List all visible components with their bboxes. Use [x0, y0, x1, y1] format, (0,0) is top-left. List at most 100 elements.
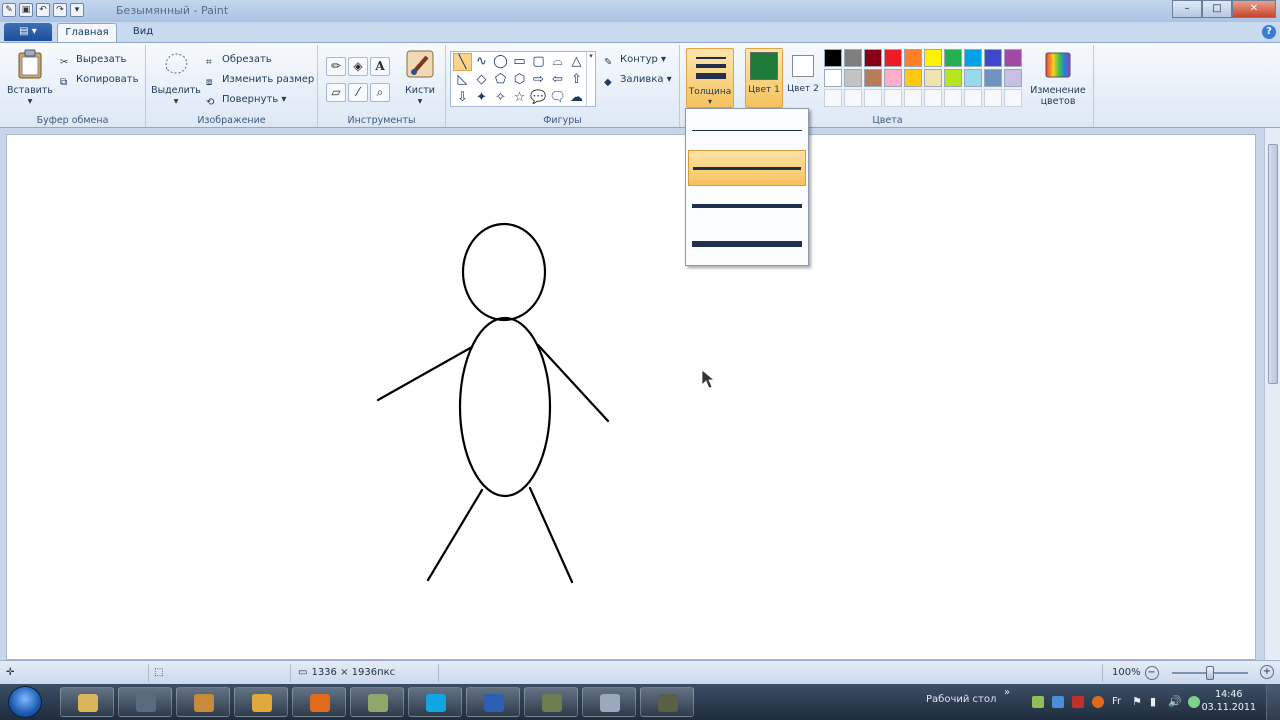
palette-swatch[interactable]	[984, 49, 1002, 67]
text-tool-icon[interactable]: A	[370, 57, 390, 76]
cut-button[interactable]: ✂ Вырезать	[60, 51, 126, 69]
shape-option-17[interactable]: ☆	[510, 89, 529, 107]
palette-swatch[interactable]	[964, 49, 982, 67]
palette-swatch[interactable]	[844, 69, 862, 87]
zoom-slider-thumb[interactable]	[1206, 666, 1214, 680]
taskbar-app-word[interactable]	[466, 687, 520, 717]
shape-option-10[interactable]: ⬡	[510, 71, 529, 89]
qat-dropdown-icon[interactable]: ▾	[70, 3, 84, 17]
crop-button[interactable]: ⌗ Обрезать	[206, 51, 272, 69]
thickness-option-4[interactable]	[688, 226, 806, 262]
brushes-button[interactable]: Кисти ▾	[400, 49, 440, 107]
palette-swatch[interactable]	[904, 69, 922, 87]
palette-swatch[interactable]	[1004, 49, 1022, 67]
tab-view[interactable]: Вид	[122, 23, 164, 42]
desktop-toolbar-label[interactable]: Рабочий стол	[926, 694, 996, 705]
shape-option-14[interactable]: ⇩	[453, 89, 472, 107]
palette-swatch-custom[interactable]	[1004, 89, 1022, 107]
minimize-button[interactable]: –	[1172, 0, 1202, 18]
tray-network-app-icon[interactable]	[1032, 696, 1044, 708]
palette-swatch-custom[interactable]	[844, 89, 862, 107]
tray-network-icon[interactable]: ▮	[1150, 696, 1162, 708]
taskbar-app-outlook[interactable]	[234, 687, 288, 717]
palette-swatch-custom[interactable]	[864, 89, 882, 107]
palette-swatch[interactable]	[1004, 69, 1022, 87]
taskbar-app-explorer[interactable]	[60, 687, 114, 717]
taskbar-app-app[interactable]	[524, 687, 578, 717]
undo-icon[interactable]: ↶	[36, 3, 50, 17]
taskbar-app-firefox[interactable]	[292, 687, 346, 717]
maximize-button[interactable]: □	[1202, 0, 1232, 18]
shape-option-9[interactable]: ⬠	[491, 71, 510, 89]
palette-swatch[interactable]	[924, 49, 942, 67]
palette-swatch[interactable]	[864, 49, 882, 67]
thickness-option-3[interactable]	[688, 188, 806, 224]
palette-swatch-custom[interactable]	[924, 89, 942, 107]
zoom-out-icon[interactable]: −	[1144, 666, 1159, 680]
shape-option-12[interactable]: ⇦	[548, 71, 567, 89]
tray-flag-icon[interactable]: ⚑	[1132, 696, 1144, 708]
palette-swatch[interactable]	[824, 69, 842, 87]
shape-option-0[interactable]: ╲	[453, 53, 472, 71]
palette-swatch[interactable]	[984, 69, 1002, 87]
close-button[interactable]: ✕	[1232, 0, 1276, 18]
redo-icon[interactable]: ↷	[53, 3, 67, 17]
shape-option-20[interactable]: ☁	[567, 89, 586, 107]
palette-swatch-custom[interactable]	[884, 89, 902, 107]
palette-swatch[interactable]	[924, 69, 942, 87]
edit-colors-button[interactable]: Изменение цветов	[1028, 51, 1088, 107]
save-icon[interactable]: ▣	[19, 3, 33, 17]
paint-app-icon[interactable]: ✎	[2, 3, 16, 17]
palette-swatch[interactable]	[824, 49, 842, 67]
tray-volume-icon[interactable]: 🔊	[1168, 696, 1182, 708]
vertical-scrollbar[interactable]	[1264, 128, 1280, 660]
shape-option-3[interactable]: ▭	[510, 53, 529, 71]
tray-app-red-icon[interactable]	[1072, 696, 1084, 708]
select-button[interactable]: Выделить ▾	[150, 49, 202, 107]
tray-app-orange-icon[interactable]	[1092, 696, 1104, 708]
palette-swatch-custom[interactable]	[904, 89, 922, 107]
shape-option-11[interactable]: ⇨	[529, 71, 548, 89]
scrollbar-thumb[interactable]	[1268, 144, 1278, 384]
taskbar-app-skype[interactable]	[408, 687, 462, 717]
taskbar-app-tool[interactable]	[640, 687, 694, 717]
palette-swatch[interactable]	[884, 49, 902, 67]
thickness-option-2[interactable]	[688, 150, 806, 186]
shape-option-19[interactable]: 🗨	[548, 89, 567, 107]
resize-button[interactable]: ⧈ Изменить размер	[206, 71, 314, 89]
magnifier-icon[interactable]: ⌕	[370, 83, 390, 102]
shape-option-2[interactable]: ◯	[491, 53, 510, 71]
taskbar-app-settings[interactable]	[176, 687, 230, 717]
palette-swatch[interactable]	[904, 49, 922, 67]
zoom-in-icon[interactable]: +	[1260, 665, 1274, 679]
drawing-canvas[interactable]	[6, 134, 1256, 660]
copy-button[interactable]: ⧉ Копировать	[60, 71, 138, 89]
palette-swatch-custom[interactable]	[964, 89, 982, 107]
taskbar-app-media[interactable]	[118, 687, 172, 717]
palette-swatch-custom[interactable]	[984, 89, 1002, 107]
start-button[interactable]	[8, 686, 42, 718]
shape-option-4[interactable]: ▢	[529, 53, 548, 71]
pencil-icon[interactable]: ✏	[326, 57, 346, 76]
palette-swatch[interactable]	[964, 69, 982, 87]
clock[interactable]: 14:46 03.11.2011	[1202, 688, 1256, 714]
tab-home[interactable]: Главная	[57, 23, 117, 42]
palette-swatch-custom[interactable]	[944, 89, 962, 107]
palette-swatch[interactable]	[864, 69, 882, 87]
color-picker-icon[interactable]: ⁄	[348, 83, 368, 102]
outline-button[interactable]: ✎ Контур ▾	[604, 51, 666, 69]
shape-option-8[interactable]: ◇	[472, 71, 491, 89]
help-icon[interactable]: ?	[1262, 25, 1276, 39]
shape-option-6[interactable]: △	[567, 53, 586, 71]
thickness-option-1[interactable]	[688, 112, 806, 148]
shape-option-13[interactable]: ⇧	[567, 71, 586, 89]
toolbar-chevron-icon[interactable]: »	[1004, 687, 1010, 698]
tray-keyboard-layout-icon[interactable]: Fr	[1112, 696, 1124, 708]
palette-swatch-custom[interactable]	[824, 89, 842, 107]
paste-button[interactable]: Вставить ▾	[6, 49, 54, 107]
fill-button[interactable]: ◆ Заливка ▾	[604, 71, 672, 89]
show-desktop-button[interactable]	[1266, 684, 1280, 720]
eraser-icon[interactable]: ▱	[326, 83, 346, 102]
palette-swatch[interactable]	[844, 49, 862, 67]
palette-swatch[interactable]	[944, 69, 962, 87]
